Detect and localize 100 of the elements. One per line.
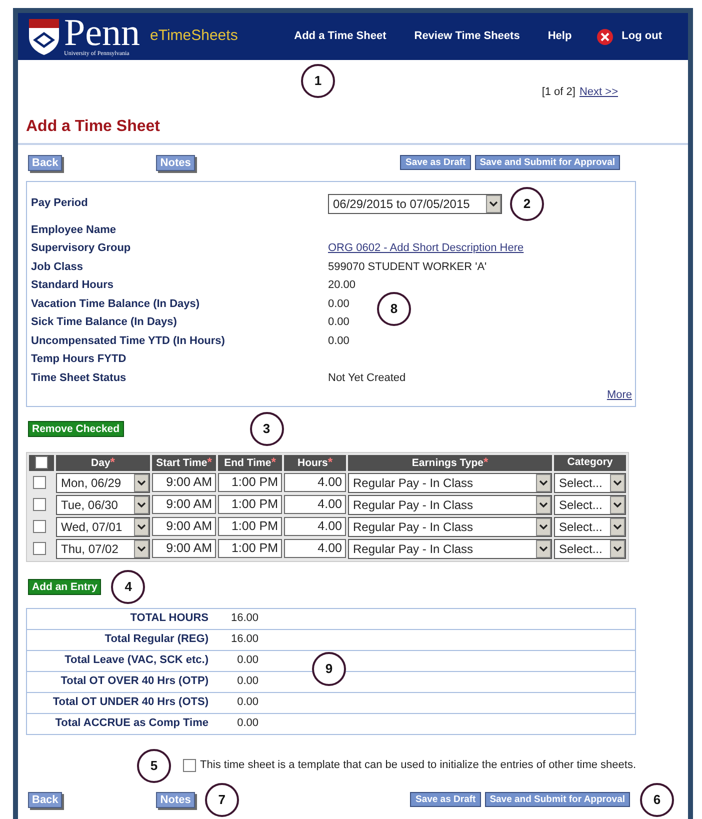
end-time-field[interactable]: 1:00 PM [218, 539, 282, 558]
earnings-type-select[interactable]: Regular Pay - In Class [348, 538, 552, 558]
column-header: End Time* [218, 454, 282, 470]
field-value: 0.00 [328, 334, 350, 348]
app-name: eTimeSheets [150, 26, 238, 46]
field-label: Vacation Time Balance (In Days) [31, 296, 201, 312]
end-time-field[interactable]: 1:00 PM [218, 495, 282, 514]
callout-marker: 3 [250, 412, 284, 446]
field-label: Pay Period [31, 196, 89, 212]
column-header: Day* [56, 454, 150, 470]
field-value: 599070 STUDENT WORKER 'A' [328, 260, 487, 274]
total-label: Total Leave (VAC, SCK etc.) [26, 650, 212, 671]
start-time-field[interactable]: 9:00 AM [152, 495, 216, 514]
dropdown-caret-icon [613, 524, 622, 530]
page-title: Add a Time Sheet [25, 116, 161, 136]
dropdown-caret-icon [137, 524, 146, 530]
hours-field[interactable]: 4.00 [284, 539, 346, 558]
dropdown-caret-icon [539, 502, 548, 508]
total-label: Total ACCRUE as Comp Time [26, 713, 212, 734]
remove-checked-button[interactable]: Remove Checked [28, 420, 124, 436]
field-value: 0.00 [328, 315, 350, 330]
field-label: Job Class [31, 260, 84, 274]
dropdown-caret-icon [137, 502, 146, 508]
add-entry-button[interactable]: Add an Entry [28, 578, 102, 594]
total-value: 16.00 [212, 629, 262, 650]
dropdown-caret-icon [137, 546, 146, 552]
hours-field[interactable]: 4.00 [284, 517, 346, 536]
callout-marker: 4 [111, 570, 146, 604]
pay-period-select[interactable]: 06/29/2015 to 07/05/2015 [328, 194, 502, 214]
day-select[interactable]: Mon, 06/29 [56, 472, 150, 492]
dropdown-caret-icon [539, 546, 548, 552]
callout-marker: 2 [510, 186, 544, 220]
more-link[interactable]: More [606, 387, 632, 404]
field-value: Not Yet Created [328, 370, 406, 386]
day-select[interactable]: Tue, 06/30 [56, 494, 150, 514]
total-value: 0.00 [212, 650, 262, 671]
day-select[interactable]: Wed, 07/01 [56, 516, 150, 536]
template-checkbox[interactable] [183, 759, 196, 772]
field-value: 20.00 [328, 278, 356, 293]
start-time-field[interactable]: 9:00 AM [152, 517, 216, 536]
supervisory-group-link[interactable]: ORG 0602 - Add Short Description Here [328, 240, 524, 256]
start-time-field[interactable]: 9:00 AM [152, 539, 216, 558]
callout-marker: 7 [204, 782, 239, 816]
shield-logo-icon [28, 18, 60, 56]
nav-link[interactable]: Review Time Sheets [410, 28, 520, 45]
callout-marker: 6 [640, 782, 674, 816]
category-select[interactable]: Select... [554, 538, 626, 558]
category-select[interactable]: Select... [554, 516, 626, 536]
field-label: Temp Hours FYTD [31, 352, 128, 367]
total-value: 0.00 [212, 713, 262, 734]
field-label: Standard Hours [31, 278, 115, 293]
hours-field[interactable]: 4.00 [284, 473, 346, 492]
field-value: 0.00 [328, 296, 350, 312]
total-label: Total Regular (REG) [26, 629, 212, 650]
logout-link[interactable]: Log out [596, 28, 662, 46]
nav-link[interactable]: Help [544, 28, 572, 45]
field-label: Uncompensated Time YTD (In Hours) [31, 334, 226, 348]
category-select[interactable]: Select... [554, 472, 626, 492]
row-checkbox[interactable] [33, 520, 46, 533]
earnings-type-select[interactable]: Regular Pay - In Class [348, 494, 552, 514]
dropdown-caret-icon [613, 480, 622, 486]
close-icon [596, 28, 614, 46]
column-header: Category [554, 454, 626, 470]
row-checkbox[interactable] [33, 476, 46, 489]
total-label: TOTAL HOURS [26, 608, 212, 629]
dropdown-caret-icon [489, 200, 498, 206]
callout-marker: 1 [301, 64, 335, 98]
total-label: Total OT UNDER 40 Hrs (OTS) [26, 692, 212, 713]
earnings-type-select[interactable]: Regular Pay - In Class [348, 516, 552, 536]
column-header: Start Time* [152, 454, 216, 470]
total-value: 0.00 [212, 671, 262, 692]
day-select[interactable]: Thu, 07/02 [56, 538, 150, 558]
row-checkbox[interactable] [33, 498, 46, 511]
end-time-field[interactable]: 1:00 PM [218, 517, 282, 536]
dropdown-caret-icon [613, 502, 622, 508]
nav-link[interactable]: Add a Time Sheet [290, 28, 386, 45]
total-value: 16.00 [212, 608, 262, 629]
logo-text: Penn [64, 16, 140, 51]
row-checkbox[interactable] [33, 542, 46, 555]
dropdown-caret-icon [137, 480, 146, 486]
end-time-field[interactable]: 1:00 PM [218, 473, 282, 492]
next-link[interactable]: Next >> [579, 84, 618, 100]
field-label: Employee Name [31, 222, 117, 238]
select-all-checkbox[interactable] [35, 456, 48, 469]
start-time-field[interactable]: 9:00 AM [152, 473, 216, 492]
earnings-type-select[interactable]: Regular Pay - In Class [348, 472, 552, 492]
field-label: Time Sheet Status [31, 370, 128, 386]
dropdown-caret-icon [539, 524, 548, 530]
category-select[interactable]: Select... [554, 494, 626, 514]
hours-field[interactable]: 4.00 [284, 495, 346, 514]
column-header: Earnings Type* [348, 454, 552, 470]
column-header: Hours* [284, 454, 346, 470]
total-value: 0.00 [212, 692, 262, 713]
page-indicator: [1 of 2] [542, 85, 576, 100]
field-label: Sick Time Balance (In Days) [31, 315, 178, 330]
callout-marker: 5 [137, 748, 172, 782]
total-label: Total OT OVER 40 Hrs (OTP) [26, 671, 212, 692]
callout-marker: 8 [377, 292, 411, 326]
field-label: Supervisory Group [31, 241, 132, 256]
dropdown-caret-icon [539, 480, 548, 486]
